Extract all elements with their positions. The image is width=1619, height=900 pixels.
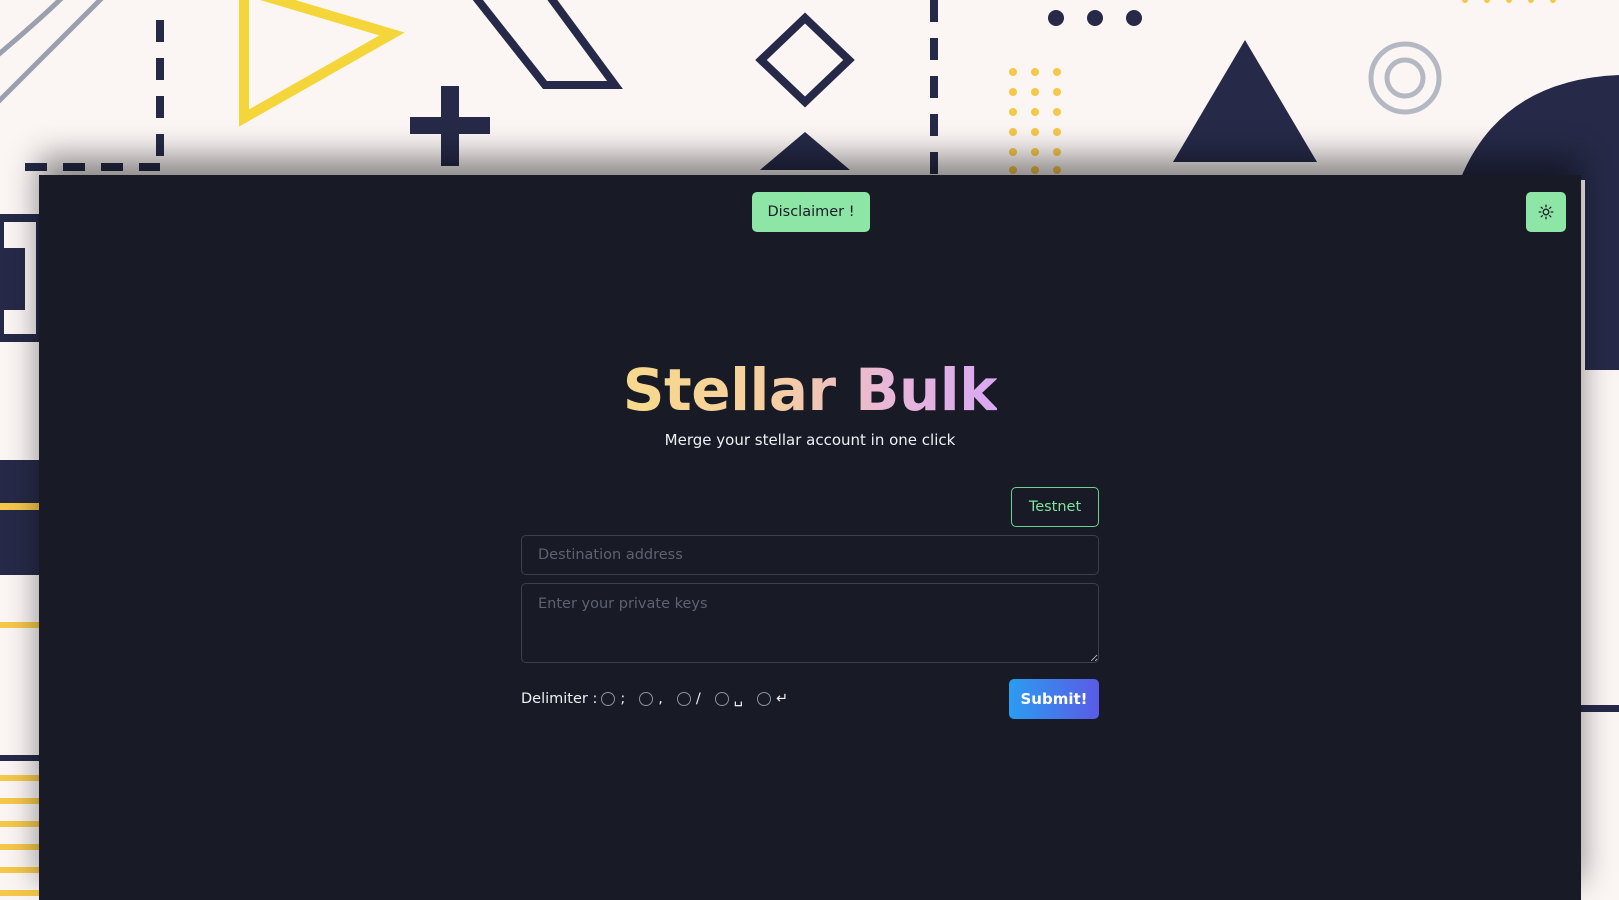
merge-form: Testnet Delimiter : ; , / ␣ ↵ Submit! bbox=[521, 487, 1099, 719]
page-subtitle: Merge your stellar account in one click bbox=[664, 431, 956, 449]
delimiter-radio-slash[interactable] bbox=[676, 692, 691, 706]
disclaimer-label: Disclaimer ! bbox=[767, 204, 855, 220]
testnet-toggle-button[interactable]: Testnet bbox=[1011, 487, 1099, 527]
hero-section: Stellar Bulk Merge your stellar account … bbox=[39, 355, 1581, 449]
delimiter-radio-comma[interactable] bbox=[639, 692, 654, 706]
delimiter-radio-semicolon[interactable] bbox=[601, 692, 616, 706]
theme-toggle-button[interactable] bbox=[1526, 192, 1566, 232]
submit-button[interactable]: Submit! bbox=[1009, 679, 1099, 719]
page-title: Stellar Bulk bbox=[622, 356, 998, 424]
network-row: Testnet bbox=[521, 487, 1099, 527]
delimiter-option-newline: ↵ bbox=[775, 691, 789, 707]
destination-address-input[interactable] bbox=[521, 535, 1099, 575]
app-window: Disclaimer ! Stellar Bulk Merge your ste… bbox=[39, 175, 1581, 900]
delimiter-radio-newline[interactable] bbox=[756, 692, 771, 706]
delimiter-option-semicolon: ; bbox=[620, 691, 626, 707]
private-keys-textarea[interactable] bbox=[521, 583, 1099, 663]
delimiter-option-comma: , bbox=[658, 691, 663, 707]
delimiter-radio-space[interactable] bbox=[714, 692, 729, 706]
delimiter-option-slash: / bbox=[695, 691, 701, 707]
disclaimer-button[interactable]: Disclaimer ! bbox=[752, 192, 870, 232]
sun-icon bbox=[1538, 204, 1554, 220]
delimiter-option-space: ␣ bbox=[733, 691, 743, 707]
delimiter-group: Delimiter : ; , / ␣ ↵ bbox=[521, 691, 798, 707]
form-actions-row: Delimiter : ; , / ␣ ↵ Submit! bbox=[521, 679, 1099, 719]
delimiter-label: Delimiter : bbox=[521, 691, 598, 707]
